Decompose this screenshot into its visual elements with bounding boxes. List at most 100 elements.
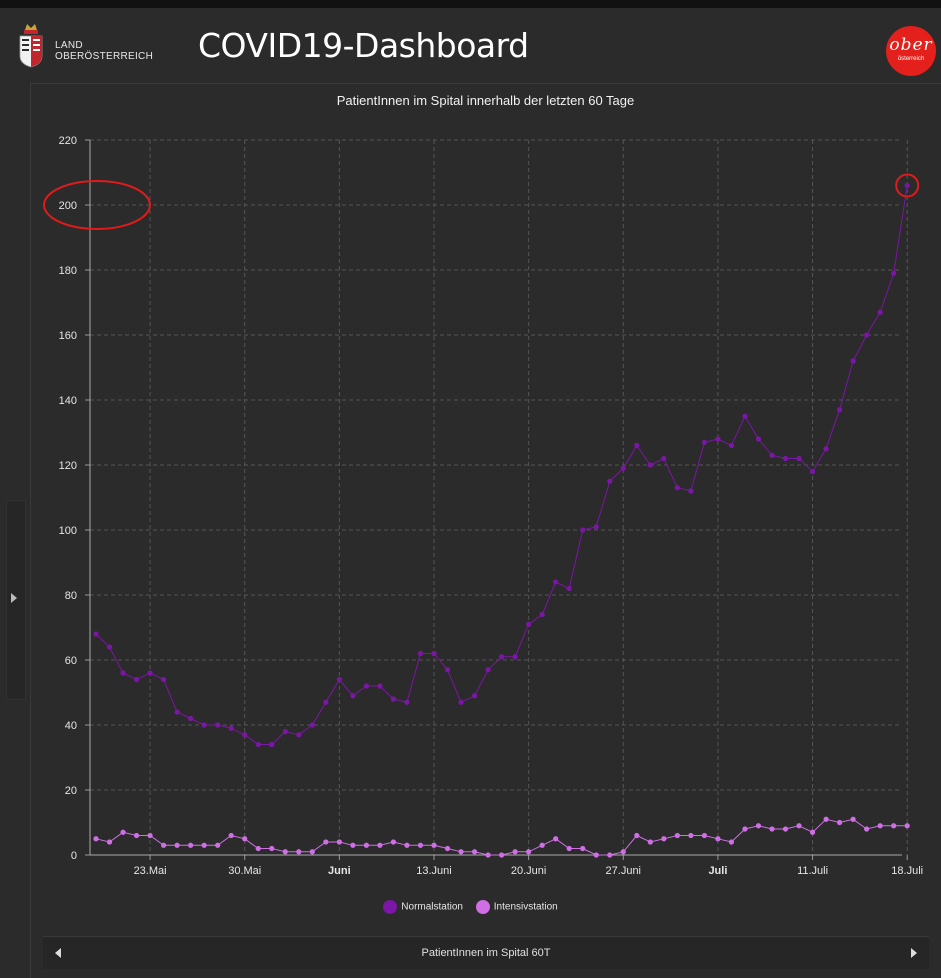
legend-item-intensivstation[interactable]: Intensivstation: [475, 900, 558, 914]
x-tick-label: 18.Juli: [891, 865, 923, 877]
data-point-normalstation: [809, 468, 816, 475]
data-point-normalstation: [147, 670, 153, 676]
x-tick-label: 11.Juli: [797, 865, 828, 877]
data-point-intensivstation: [809, 829, 816, 835]
data-point-normalstation: [228, 725, 234, 731]
y-tick-label: 80: [65, 590, 77, 602]
x-tick-label: Juli: [708, 865, 727, 877]
data-point-intensivstation: [553, 836, 559, 842]
y-tick-label: 60: [65, 655, 77, 667]
data-point-intensivstation: [404, 842, 410, 848]
x-tick-label: 20.Juni: [511, 865, 546, 877]
data-point-normalstation: [336, 676, 342, 683]
data-point-intensivstation: [701, 832, 708, 839]
data-point-intensivstation: [755, 823, 762, 829]
data-point-normalstation: [323, 699, 329, 705]
data-point-normalstation: [120, 670, 126, 676]
chart-navigation-label: PatientInnen im Spital 60T: [421, 947, 551, 959]
data-point-intensivstation: [255, 845, 261, 852]
data-point-intensivstation: [390, 839, 397, 845]
data-point-intensivstation: [674, 832, 680, 839]
data-point-normalstation: [782, 455, 789, 462]
data-point-normalstation: [417, 650, 424, 657]
data-point-intensivstation: [661, 836, 667, 842]
data-point-normalstation: [363, 683, 369, 689]
y-tick-label: 140: [59, 395, 77, 407]
data-point-normalstation: [526, 621, 532, 627]
legend-marker-normalstation: [383, 900, 398, 914]
y-tick-label: 0: [71, 850, 77, 862]
line-chart: 0 20 40 60 80 100 120 140 160 180 200 220 23.Mai 30.M…: [43, 135, 923, 877]
data-point-intensivstation: [363, 842, 369, 848]
data-point-intensivstation: [782, 826, 789, 832]
data-point-intensivstation: [323, 839, 329, 845]
data-point-normalstation: [133, 676, 140, 683]
data-point-normalstation: [188, 715, 194, 722]
y-tick-label: 160: [59, 330, 77, 342]
data-point-normalstation: [891, 270, 897, 276]
next-chart-arrow-icon[interactable]: [911, 948, 917, 958]
data-point-intensivstation: [607, 852, 613, 858]
data-point-normalstation: [471, 693, 478, 699]
x-tick-label: 30.Mai: [228, 865, 261, 877]
data-point-intensivstation: [620, 849, 626, 855]
data-point-intensivstation: [796, 823, 802, 829]
data-point-intensivstation: [201, 842, 207, 848]
data-point-normalstation: [755, 436, 762, 442]
y-tick-label: 40: [65, 720, 77, 732]
data-point-intensivstation: [133, 832, 140, 839]
data-point-normalstation: [269, 741, 275, 748]
data-point-normalstation: [701, 439, 708, 445]
data-point-intensivstation: [837, 819, 843, 826]
data-point-intensivstation: [485, 852, 491, 858]
data-point-intensivstation: [471, 849, 478, 855]
data-point-intensivstation: [336, 839, 342, 845]
data-point-normalstation: [715, 436, 721, 442]
data-point-normalstation: [390, 696, 397, 702]
data-point-normalstation: [512, 654, 518, 660]
data-point-normalstation: [282, 728, 288, 735]
data-point-intensivstation: [526, 849, 532, 855]
data-point-intensivstation: [891, 823, 897, 829]
data-point-intensivstation: [769, 826, 775, 832]
data-point-normalstation: [404, 699, 410, 705]
data-point-normalstation: [350, 693, 356, 699]
data-point-normalstation: [539, 611, 545, 618]
data-point-normalstation: [242, 732, 248, 738]
data-point-intensivstation: [444, 845, 451, 852]
data-point-normalstation: [499, 654, 505, 660]
data-point-intensivstation: [742, 826, 748, 832]
data-point-normalstation: [850, 358, 856, 364]
data-point-normalstation: [106, 644, 113, 650]
data-point-intensivstation: [634, 832, 640, 839]
x-tick-label: 27.Juni: [606, 865, 641, 877]
data-point-normalstation: [904, 182, 910, 189]
data-point-intensivstation: [539, 842, 545, 848]
data-point-intensivstation: [269, 845, 275, 852]
data-point-intensivstation: [242, 836, 248, 842]
data-point-intensivstation: [593, 852, 599, 858]
legend-item-normalstation[interactable]: Normalstation: [383, 900, 463, 914]
data-point-intensivstation: [147, 832, 153, 839]
data-point-normalstation: [607, 478, 613, 484]
data-point-normalstation: [877, 309, 883, 315]
data-point-normalstation: [215, 722, 221, 728]
y-tick-label: 120: [59, 460, 77, 472]
data-point-intensivstation: [120, 829, 126, 835]
data-point-normalstation: [593, 524, 599, 530]
data-point-normalstation: [620, 465, 626, 471]
data-point-intensivstation: [512, 849, 518, 855]
data-point-intensivstation: [688, 832, 694, 839]
data-point-intensivstation: [904, 823, 910, 829]
data-point-normalstation: [174, 709, 180, 715]
data-point-intensivstation: [228, 832, 234, 839]
data-point-normalstation: [661, 455, 667, 462]
data-point-normalstation: [864, 332, 870, 338]
data-point-intensivstation: [647, 839, 653, 845]
y-tick-label: 180: [59, 265, 77, 277]
y-tick-label: 20: [65, 785, 77, 797]
data-point-normalstation: [485, 667, 491, 673]
data-point-intensivstation: [215, 842, 221, 848]
data-point-intensivstation: [566, 845, 572, 852]
data-point-normalstation: [566, 585, 572, 592]
